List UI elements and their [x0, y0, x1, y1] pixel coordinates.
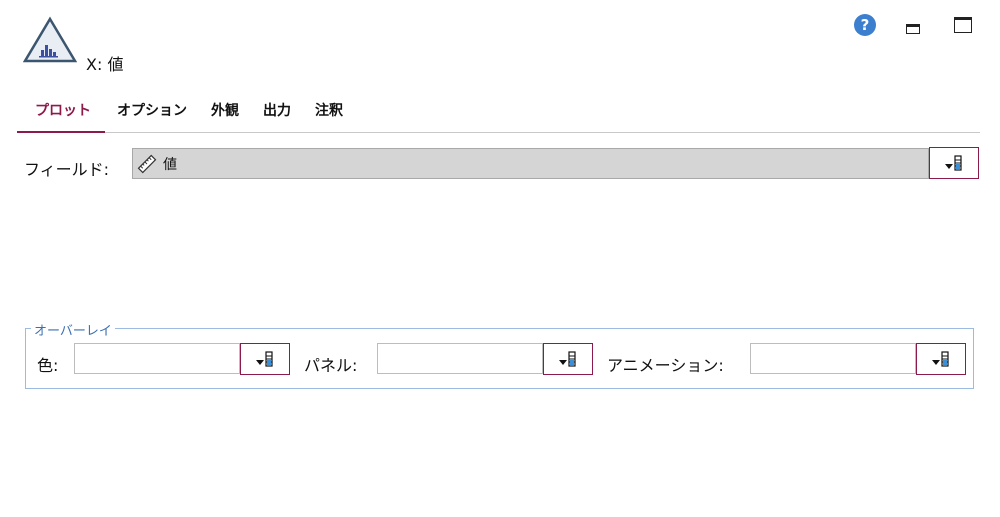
panel-label: パネル:: [304, 356, 358, 375]
tab-bar: プロット オプション 外観 出力 注釈: [17, 90, 980, 133]
animation-label: アニメーション:: [607, 356, 724, 375]
color-label: 色:: [37, 356, 59, 375]
field-value: 値: [163, 156, 177, 173]
ruler-icon: [137, 154, 157, 173]
color-picker-button[interactable]: [240, 343, 290, 375]
maximize-icon[interactable]: [954, 17, 972, 33]
field-label: フィールド:: [24, 160, 110, 179]
minimize-icon[interactable]: [906, 24, 920, 34]
tab-annotations[interactable]: 注釈: [303, 90, 355, 133]
tab-output[interactable]: 出力: [251, 90, 303, 133]
page-title: X: 値: [86, 55, 124, 74]
color-input[interactable]: [74, 343, 240, 374]
help-icon[interactable]: ?: [854, 14, 876, 36]
variable-picker-icon: [256, 351, 273, 367]
panel-input[interactable]: [377, 343, 543, 374]
window-controls: ?: [854, 14, 972, 36]
tab-plot[interactable]: プロット: [17, 90, 105, 133]
variable-picker-icon: [559, 351, 576, 367]
animation-picker-button[interactable]: [916, 343, 966, 375]
tab-options[interactable]: オプション: [105, 90, 199, 133]
field-input[interactable]: 値: [132, 148, 929, 179]
panel-picker-button[interactable]: [543, 343, 593, 375]
overlay-legend: オーバーレイ: [31, 320, 115, 339]
field-picker-button[interactable]: [929, 147, 979, 179]
tab-appearance[interactable]: 外観: [199, 90, 251, 133]
variable-picker-icon: [932, 351, 949, 367]
animation-input[interactable]: [750, 343, 916, 374]
variable-picker-icon: [945, 155, 962, 171]
histogram-triangle-icon: [23, 16, 77, 63]
